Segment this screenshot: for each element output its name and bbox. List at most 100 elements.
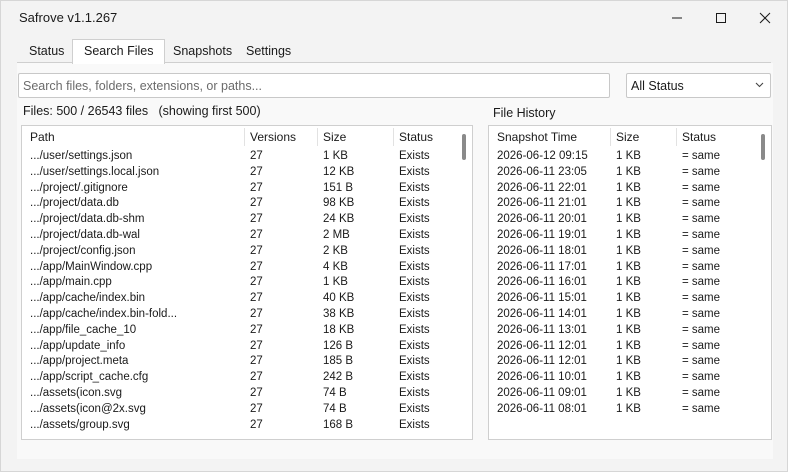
table-cell: .../project/data.db xyxy=(30,197,119,210)
table-row[interactable]: .../assets(icon.svg 27 74 B Exists xyxy=(22,386,472,402)
table-cell: .../user/settings.local.json xyxy=(30,165,160,178)
column-header-size[interactable]: Size xyxy=(611,126,639,148)
table-cell: 27 xyxy=(250,165,263,178)
column-header-snapshot-time[interactable]: Snapshot Time xyxy=(492,126,577,148)
table-row[interactable]: .../project/.gitignore 27 151 B Exists xyxy=(22,181,472,197)
table-cell: Exists xyxy=(399,418,430,431)
table-cell: 1 KB xyxy=(616,276,641,289)
table-row[interactable]: .../app/MainWindow.cpp 27 4 KB Exists xyxy=(22,260,472,276)
table-row[interactable]: 2026-06-12 09:15 1 KB = same xyxy=(489,149,771,165)
table-row[interactable]: 2026-06-11 19:01 1 KB = same xyxy=(489,228,771,244)
status-filter-dropdown[interactable]: All Status xyxy=(626,73,771,98)
column-header-status[interactable]: Status xyxy=(677,126,716,148)
table-cell: 27 xyxy=(250,307,263,320)
tab-status[interactable]: Status xyxy=(17,39,76,63)
table-cell: 18 KB xyxy=(323,323,355,336)
table-row[interactable]: .../project/data.db-shm 27 24 KB Exists xyxy=(22,212,472,228)
table-cell: 2026-06-11 16:01 xyxy=(497,276,587,289)
table-row[interactable]: 2026-06-11 17:01 1 KB = same xyxy=(489,260,771,276)
history-scrollbar-thumb[interactable] xyxy=(761,134,765,160)
close-icon xyxy=(759,12,771,24)
table-row[interactable]: 2026-06-11 10:01 1 KB = same xyxy=(489,370,771,386)
files-scrollbar-thumb[interactable] xyxy=(462,134,466,160)
table-row[interactable]: .../project/config.json 27 2 KB Exists xyxy=(22,244,472,260)
table-cell: .../project/data.db-shm xyxy=(30,213,145,226)
tab-snapshots[interactable]: Snapshots xyxy=(161,39,244,63)
table-cell: 2026-06-11 12:01 xyxy=(497,355,587,368)
table-row[interactable]: 2026-06-11 12:01 1 KB = same xyxy=(489,354,771,370)
table-row[interactable]: .../app/script_cache.cfg 27 242 B Exists xyxy=(22,370,472,386)
table-cell: .../project/data.db-wal xyxy=(30,228,140,241)
table-row[interactable]: 2026-06-11 08:01 1 KB = same xyxy=(489,402,771,418)
table-cell: Exists xyxy=(399,228,430,241)
table-row[interactable]: 2026-06-11 20:01 1 KB = same xyxy=(489,212,771,228)
maximize-button[interactable] xyxy=(699,1,743,35)
table-cell: Exists xyxy=(399,165,430,178)
table-row[interactable]: .../app/cache/index.bin-fold... 27 38 KB Ex… xyxy=(22,307,472,323)
table-cell: 2 KB xyxy=(323,244,348,257)
table-row[interactable]: 2026-06-11 23:05 1 KB = same xyxy=(489,165,771,181)
table-cell: = same xyxy=(682,386,721,399)
table-row[interactable]: .../app/project.meta 27 185 B Exists xyxy=(22,354,472,370)
table-cell: .../project/config.json xyxy=(30,244,136,257)
table-cell: Exists xyxy=(399,339,430,352)
table-cell: = same xyxy=(682,260,721,273)
table-row[interactable]: .../assets(icon@2x.svg 27 74 B Exists xyxy=(22,402,472,418)
table-row[interactable]: .../app/cache/index.bin 27 40 KB Exists xyxy=(22,291,472,307)
table-cell: = same xyxy=(682,323,721,336)
column-header-status[interactable]: Status xyxy=(394,126,433,148)
table-row[interactable]: .../project/data.db 27 98 KB Exists xyxy=(22,196,472,212)
table-row[interactable]: .../app/main.cpp 27 1 KB Exists xyxy=(22,275,472,291)
table-cell: 27 xyxy=(250,323,263,336)
table-row[interactable]: 2026-06-11 09:01 1 KB = same xyxy=(489,386,771,402)
table-cell: 1 KB xyxy=(616,292,641,305)
column-header-versions[interactable]: Versions xyxy=(245,126,296,148)
table-row[interactable]: .../app/file_cache_10 27 18 KB Exists xyxy=(22,323,472,339)
column-header-path[interactable]: Path xyxy=(25,126,55,148)
table-row[interactable]: 2026-06-11 16:01 1 KB = same xyxy=(489,275,771,291)
table-cell: 74 B xyxy=(323,386,347,399)
table-cell: 1 KB xyxy=(616,307,641,320)
files-scrollbar[interactable] xyxy=(459,128,471,437)
table-cell: 2026-06-11 08:01 xyxy=(497,402,587,415)
table-cell: 1 KB xyxy=(616,213,641,226)
table-cell: 1 KB xyxy=(616,371,641,384)
table-cell: .../app/cache/index.bin-fold... xyxy=(30,307,178,320)
table-cell: .../project/.gitignore xyxy=(30,181,128,194)
table-row[interactable]: .../assets/group.svg 27 168 B Exists xyxy=(22,418,472,434)
table-cell: Exists xyxy=(399,276,430,289)
table-cell: 2026-06-11 15:01 xyxy=(497,292,587,305)
table-row[interactable]: .../user/settings.json 27 1 KB Exists xyxy=(22,149,472,165)
table-cell: 27 xyxy=(250,402,263,415)
table-cell: 2026-06-11 10:01 xyxy=(497,371,587,384)
minimize-icon xyxy=(672,17,682,19)
tab-search-files[interactable]: Search Files xyxy=(72,39,166,64)
column-header-size[interactable]: Size xyxy=(318,126,346,148)
table-cell: 1 KB xyxy=(616,244,641,257)
close-button[interactable] xyxy=(743,1,787,35)
table-cell: = same xyxy=(682,244,721,257)
table-cell: 27 xyxy=(250,418,263,431)
table-row[interactable]: 2026-06-11 22:01 1 KB = same xyxy=(489,181,771,197)
minimize-button[interactable] xyxy=(655,1,699,35)
table-row[interactable]: 2026-06-11 21:01 1 KB = same xyxy=(489,196,771,212)
table-cell: 27 xyxy=(250,355,263,368)
table-cell: .../user/settings.json xyxy=(30,150,133,162)
search-box[interactable] xyxy=(18,73,610,98)
table-row[interactable]: 2026-06-11 18:01 1 KB = same xyxy=(489,244,771,260)
table-row[interactable]: .../project/data.db-wal 27 2 MB Exists xyxy=(22,228,472,244)
search-input[interactable] xyxy=(19,74,609,97)
file-history-title: File History xyxy=(493,106,556,120)
history-table-header: Snapshot Time Size Status xyxy=(489,126,771,148)
table-row[interactable]: .../user/settings.local.json 27 12 KB Exist… xyxy=(22,165,472,181)
table-row[interactable]: 2026-06-11 13:01 1 KB = same xyxy=(489,323,771,339)
table-row[interactable]: 2026-06-11 15:01 1 KB = same xyxy=(489,291,771,307)
table-cell: 1 KB xyxy=(323,276,348,289)
files-summary: Files: 500 / 26543 files (showing first … xyxy=(23,104,261,118)
table-row[interactable]: 2026-06-11 14:01 1 KB = same xyxy=(489,307,771,323)
tab-settings[interactable]: Settings xyxy=(234,39,303,63)
history-scrollbar[interactable] xyxy=(758,128,770,437)
table-cell: 4 KB xyxy=(323,260,348,273)
table-row[interactable]: .../app/update_info 27 126 B Exists xyxy=(22,339,472,355)
table-row[interactable]: 2026-06-11 12:01 1 KB = same xyxy=(489,339,771,355)
